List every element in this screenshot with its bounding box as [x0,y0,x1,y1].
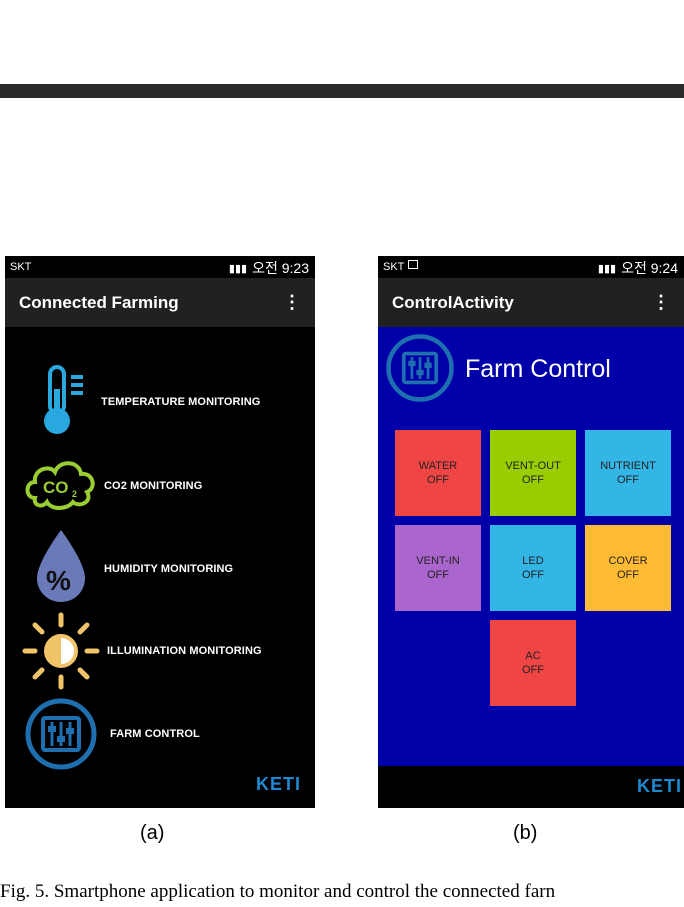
overflow-menu-icon[interactable]: ⋮ [652,292,670,313]
tile-name: WATER [418,460,458,472]
overflow-menu-icon[interactable]: ⋮ [283,292,301,313]
app-bar: Connected Farming ⋮ [5,278,315,327]
vent-out-toggle-tile[interactable]: VENT-OUT OFF [490,430,576,516]
led-toggle-tile[interactable]: LED OFF [490,525,576,611]
top-divider-bar [0,84,684,98]
tile-name: VENT-IN [416,555,460,567]
svg-text:2: 2 [72,489,77,499]
keti-logo: KETI [255,774,301,794]
tile-name: COVER [608,555,648,567]
menu-item-illumination[interactable]: ILLUMINATION MONITORING [5,611,315,691]
menu-item-label: HUMIDITY MONITORING [104,563,234,575]
menu-item-co2[interactable]: CO 2 CO2 MONITORING [5,446,315,526]
tile-name: VENT-OUT [505,460,561,472]
menu-item-farm-control[interactable]: FARM CONTROL [5,696,315,776]
sun-icon [22,612,100,690]
status-bar: SKT ▮▮▮ 오전 9:24 [378,256,684,278]
phone-screen-connected-farming: SKT ▮▮▮ 오전 9:23 Connected Farming ⋮ TEMP… [5,256,315,808]
control-sliders-icon [386,334,454,402]
cover-toggle-tile[interactable]: COVER OFF [585,525,671,611]
app-title: ControlActivity [392,293,514,312]
subfigure-label-b: (b) [513,822,538,844]
screenshot-icon [408,260,418,269]
ac-toggle-tile[interactable]: AC OFF [490,620,576,706]
app-title: Connected Farming [19,293,179,312]
svg-text:CO: CO [43,478,69,497]
tile-state: OFF [617,569,639,581]
tile-state: OFF [427,569,449,581]
co2-cloud-icon: CO 2 [25,461,95,510]
nutrient-toggle-tile[interactable]: NUTRIENT OFF [585,430,671,516]
menu-item-label: CO2 MONITORING [104,480,203,492]
carrier-label: SKT [10,261,32,273]
clock-label: 오전 9:23 [252,260,309,276]
farm-control-heading: Farm Control [465,355,611,383]
tile-state: OFF [522,474,544,486]
phone-screen-control-activity: SKT ▮▮▮ 오전 9:24 ControlActivity ⋮ Farm C… [378,256,684,808]
app-bar: ControlActivity ⋮ [378,278,684,327]
thermometer-icon [44,365,83,434]
tile-state: OFF [427,474,449,486]
tile-state: OFF [522,569,544,581]
water-drop-icon: % [37,530,85,602]
footer-bar: KETI [378,766,684,808]
carrier-label: SKT [383,261,405,273]
vent-in-toggle-tile[interactable]: VENT-IN OFF [395,525,481,611]
tile-state: OFF [617,474,639,486]
menu-item-label: FARM CONTROL [110,728,200,740]
menu-item-label: TEMPERATURE MONITORING [101,396,261,408]
control-sliders-icon [25,698,97,770]
menu-item-label: ILLUMINATION MONITORING [107,645,262,657]
menu-item-temperature[interactable]: TEMPERATURE MONITORING [5,361,315,441]
figure-caption: Fig. 5. Smartphone application to monito… [0,881,556,902]
keti-logo: KETI [636,776,682,796]
subfigure-label-a: (a) [140,822,165,844]
farm-control-panel: Farm Control WATER OFF VENT-OUT OFF NUTR… [378,327,684,766]
status-bar: SKT ▮▮▮ 오전 9:23 [5,256,315,278]
tile-state: OFF [522,664,544,676]
tile-name: AC [525,650,541,662]
water-toggle-tile[interactable]: WATER OFF [395,430,481,516]
tile-name: LED [522,555,544,567]
svg-text:%: % [46,565,71,596]
tile-name: NUTRIENT [600,460,656,472]
signal-icon: ▮▮▮ [228,262,248,275]
clock-label: 오전 9:24 [621,260,678,276]
signal-icon: ▮▮▮ [597,262,617,275]
menu-item-humidity[interactable]: % HUMIDITY MONITORING [5,526,315,606]
